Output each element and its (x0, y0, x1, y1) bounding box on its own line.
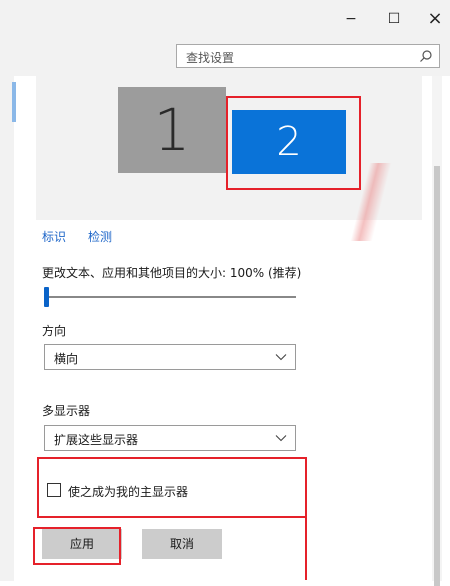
detect-link[interactable]: 检测 (88, 228, 112, 245)
scale-slider-track[interactable] (44, 296, 296, 298)
multi-display-value: 扩展这些显示器 (54, 433, 139, 447)
minimize-button[interactable]: − (340, 8, 362, 30)
orientation-dropdown[interactable]: 横向 (44, 344, 296, 370)
main-display-checkbox[interactable] (47, 483, 61, 497)
highlight-line (305, 518, 307, 580)
orientation-label: 方向 (42, 324, 67, 338)
left-nav-strip (0, 76, 14, 581)
search-placeholder: 查找设置 (186, 51, 235, 65)
main-display-label: 使之成为我的主显示器 (68, 485, 189, 499)
scrollbar-thumb[interactable] (434, 166, 440, 586)
cancel-button[interactable]: 取消 (142, 529, 222, 559)
scrollbar[interactable] (432, 76, 442, 586)
orientation-value: 横向 (54, 352, 79, 366)
multi-display-dropdown[interactable]: 扩展这些显示器 (44, 425, 296, 451)
scale-slider-thumb[interactable] (44, 287, 49, 307)
identify-link[interactable]: 标识 (42, 228, 66, 245)
monitor-1[interactable]: 1 (118, 87, 226, 173)
highlight-box-monitor (226, 96, 361, 190)
search-icon[interactable] (419, 49, 433, 63)
search-box[interactable]: 查找设置 (176, 44, 440, 68)
maximize-button[interactable]: ☐ (383, 8, 405, 30)
highlight-box-apply (33, 527, 121, 565)
chevron-down-icon (275, 354, 287, 361)
multi-display-label: 多显示器 (42, 404, 91, 418)
scale-label: 更改文本、应用和其他项目的大小: 100% (推荐) (42, 266, 302, 280)
nav-selection-indicator (12, 82, 16, 122)
chevron-down-icon (275, 435, 287, 442)
close-button[interactable]: × (424, 8, 446, 30)
